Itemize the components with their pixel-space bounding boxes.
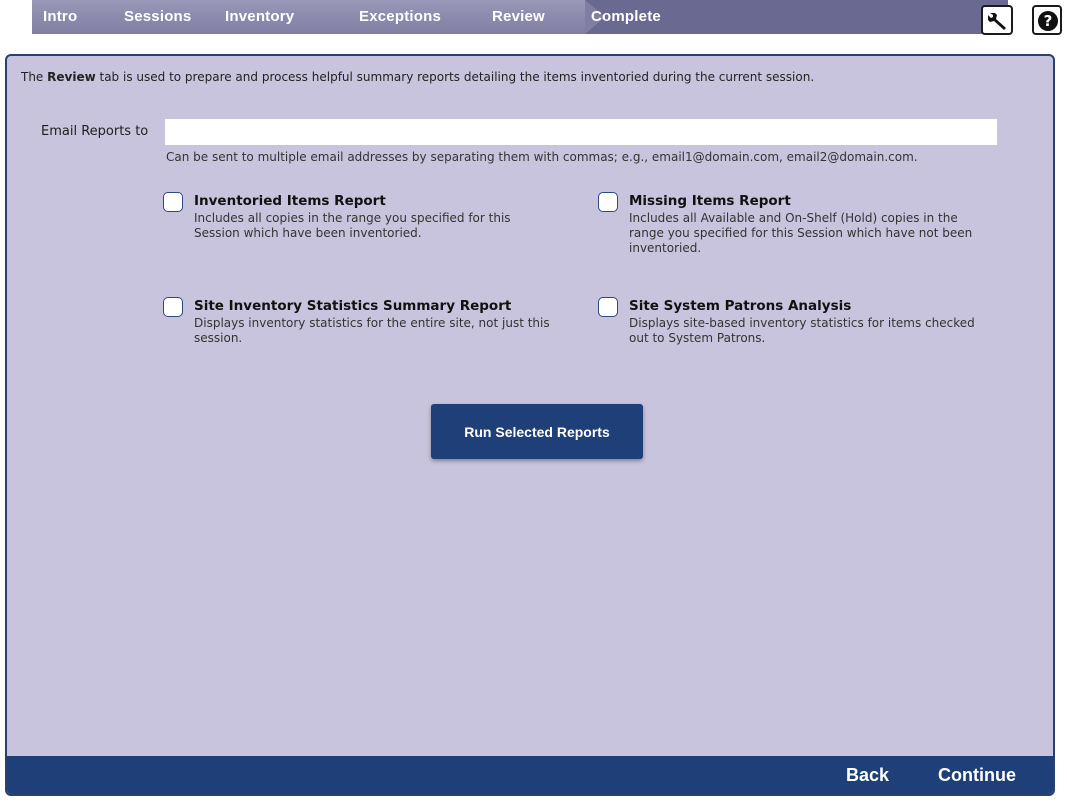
email-input[interactable] — [165, 119, 997, 145]
site-system-patrons-checkbox[interactable] — [598, 297, 618, 317]
site-inventory-statistics-checkbox[interactable] — [163, 297, 183, 317]
intro-text: The Review tab is used to prepare and pr… — [21, 70, 1041, 84]
tab-review[interactable]: Review — [492, 0, 545, 34]
report-description: Includes all Available and On-Shelf (Hol… — [629, 211, 973, 255]
report-title: Inventoried Items Report — [194, 193, 386, 209]
tab-inventory[interactable]: Inventory — [225, 0, 294, 34]
report-description: Includes all copies in the range you spe… — [194, 211, 511, 240]
missing-items-checkbox[interactable] — [598, 192, 618, 212]
tab-intro[interactable]: Intro — [43, 0, 77, 34]
report-title: Site System Patrons Analysis — [629, 298, 852, 314]
tab-strip: Intro Sessions Inventory Exceptions Revi… — [32, 0, 1008, 34]
settings-button[interactable] — [981, 5, 1013, 35]
intro-suffix: tab is used to prepare and process helpf… — [95, 70, 815, 84]
review-panel: The Review tab is used to prepare and pr… — [5, 54, 1055, 796]
continue-button[interactable]: Continue — [938, 756, 1016, 794]
help-icon: ? — [1038, 11, 1058, 31]
report-description: Displays inventory statistics for the en… — [194, 316, 550, 345]
tab-exceptions[interactable]: Exceptions — [359, 0, 441, 34]
run-selected-reports-button[interactable]: Run Selected Reports — [431, 404, 643, 459]
report-title: Site Inventory Statistics Summary Report — [194, 298, 512, 314]
inventoried-items-checkbox[interactable] — [163, 192, 183, 212]
svg-text:?: ? — [1044, 12, 1053, 30]
wrench-icon — [988, 13, 1006, 30]
report-description: Displays site-based inventory statistics… — [629, 316, 975, 345]
help-button[interactable]: ? — [1032, 5, 1062, 35]
email-label: Email Reports to — [41, 124, 149, 139]
tab-complete[interactable]: Complete — [591, 0, 661, 34]
back-button[interactable]: Back — [846, 756, 889, 794]
email-hint: Can be sent to multiple email addresses … — [166, 150, 918, 164]
tab-sessions[interactable]: Sessions — [124, 0, 191, 34]
report-title: Missing Items Report — [629, 193, 791, 209]
footer-bar: Back Continue — [7, 756, 1053, 794]
intro-prefix: The — [21, 70, 48, 84]
top-navigation: Intro Sessions Inventory Exceptions Revi… — [0, 0, 1067, 36]
intro-bold: Review — [47, 70, 96, 84]
